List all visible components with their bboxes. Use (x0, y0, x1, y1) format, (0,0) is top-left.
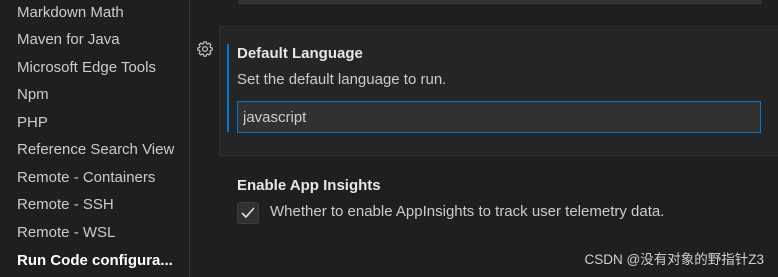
settings-sidebar: Markdown Math Maven for Java Microsoft E… (0, 0, 190, 277)
sidebar-item-npm[interactable]: Npm (0, 81, 189, 108)
sidebar-item-microsoft-edge-tools[interactable]: Microsoft Edge Tools (0, 54, 189, 81)
app-insights-title: Enable App Insights (237, 177, 381, 194)
settings-editor: Default Language Set the default languag… (191, 0, 778, 277)
check-icon (241, 207, 255, 218)
sidebar-item-remote-ssh[interactable]: Remote - SSH (0, 191, 189, 218)
sidebar-item-markdown-math[interactable]: Markdown Math (0, 0, 189, 26)
sidebar-item-reference-search-view[interactable]: Reference Search View (0, 136, 189, 163)
sidebar-item-maven-for-java[interactable]: Maven for Java (0, 26, 189, 53)
setting-description: Set the default language to run. (237, 71, 447, 88)
sidebar-item-php[interactable]: PHP (0, 109, 189, 136)
sidebar-item-remote-wsl[interactable]: Remote - WSL (0, 219, 189, 246)
previous-setting-input[interactable] (238, 0, 762, 4)
sidebar-item-run-code-configuration[interactable]: Run Code configura... (0, 247, 189, 274)
app-insights-checkbox[interactable] (237, 202, 259, 224)
setting-title: Default Language (237, 45, 363, 62)
watermark: CSDN @没有对象的野指针Z3 (584, 252, 764, 267)
default-language-input[interactable] (237, 101, 761, 133)
sidebar-item-remote-containers[interactable]: Remote - Containers (0, 164, 189, 191)
gear-icon[interactable] (196, 40, 214, 58)
app-insights-label[interactable]: Whether to enable AppInsights to track u… (270, 203, 664, 220)
focus-indicator (227, 44, 229, 132)
